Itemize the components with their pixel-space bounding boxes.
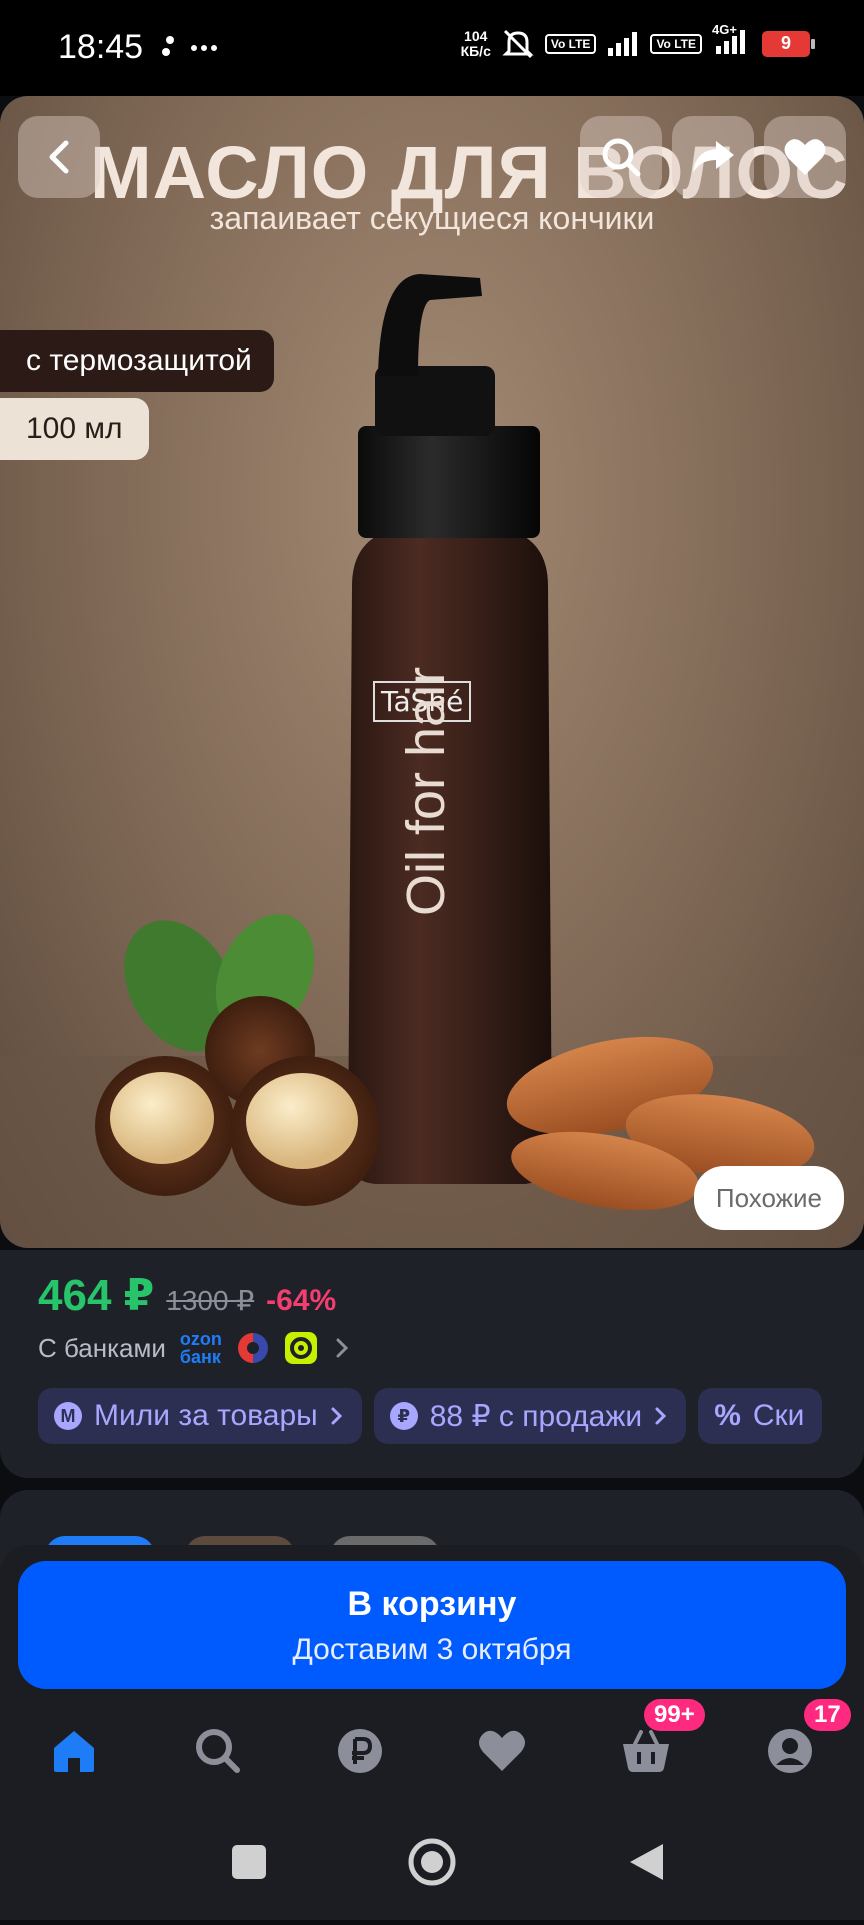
offer-chips: М Мили за товары ₽ 88 ₽ с продажи % Ски [38, 1388, 823, 1444]
chip-discount-label: Ски [752, 1399, 805, 1432]
discount-percent: -64% [266, 1284, 337, 1317]
bank-offers-row[interactable]: С банками ozon банк [38, 1330, 352, 1366]
chip-cashback[interactable]: ₽ 88 ₽ с продажи [373, 1388, 687, 1444]
bottom-tab-bar: 99+ 17 [0, 1699, 864, 1805]
favorite-button[interactable] [764, 116, 846, 198]
product-image-gallery[interactable]: TaShé Oil for hair МАСЛО ДЛЯ ВОЛОС запаи… [0, 96, 864, 1248]
back-icon [49, 140, 69, 174]
tab-finance[interactable] [324, 1715, 396, 1787]
back-nav-icon [630, 1844, 663, 1880]
profile-notification-badge: 17 [804, 1699, 851, 1731]
home-icon [54, 1731, 94, 1772]
search-button[interactable] [580, 116, 662, 198]
delivery-date: Доставим 3 октября [292, 1633, 572, 1666]
net-speed: 104 КБ/с [460, 27, 491, 59]
old-price: 1300 ₽ [166, 1285, 255, 1316]
miles-icon: М [54, 1402, 82, 1430]
chevron-right-icon [331, 1407, 342, 1425]
profile-icon [768, 1729, 812, 1773]
chip-miles[interactable]: М Мили за товары [38, 1388, 362, 1444]
chevron-right-icon [336, 1338, 349, 1358]
signal-1-icon [608, 31, 638, 56]
tab-cart[interactable]: 99+ [610, 1699, 705, 1787]
battery-icon: 9 [762, 30, 815, 57]
search-icon [602, 138, 641, 177]
hero-subtitle: запаивает секущиеся кончики [209, 200, 655, 236]
similar-button[interactable]: Похожие [693, 1166, 844, 1230]
chip-cashback-label: 88 ₽ с продажи [429, 1399, 643, 1433]
tab-home[interactable] [38, 1715, 110, 1787]
add-to-cart-label: В корзину [347, 1585, 517, 1623]
chevron-right-icon [655, 1407, 667, 1425]
volte-1-badge: Vo LTE [544, 33, 597, 54]
status-right-group: 104 КБ/с Vo LTE Vo LTE 4G+ 9 [460, 22, 815, 61]
back-button[interactable] [18, 116, 100, 198]
thermal-protection-badge: с термозащитой [0, 330, 274, 392]
tab-profile[interactable]: 17 [754, 1699, 851, 1787]
heart-icon [479, 1730, 525, 1771]
cart-count-badge: 99+ [644, 1699, 705, 1731]
heart-icon [784, 139, 826, 175]
current-price: 464 ₽ [38, 1271, 155, 1320]
status-notification-icons [160, 30, 228, 71]
chip-discount[interactable]: % Ски [698, 1388, 823, 1444]
tab-search[interactable] [182, 1715, 254, 1787]
bank-logo-icon [237, 1333, 268, 1363]
chip-miles-label: Мили за товары [94, 1399, 318, 1432]
bottle-product-text: Oil for hair [396, 666, 456, 916]
recents-icon [232, 1845, 266, 1879]
status-time: 18:45 [58, 28, 144, 66]
system-nav-bar [0, 1810, 864, 1920]
price-section: 464 ₽ 1300 ₽ -64% С банками ozon банк М … [0, 1250, 864, 1478]
ruble-icon: ₽ [389, 1402, 418, 1430]
bank-logo-2-icon [284, 1332, 317, 1364]
tab-favorites[interactable] [466, 1715, 538, 1787]
ruble-circle-icon [338, 1729, 382, 1773]
banks-label: С банками [38, 1332, 166, 1363]
share-button[interactable] [672, 116, 754, 198]
search-icon [196, 1729, 240, 1773]
mute-icon [502, 29, 534, 58]
share-icon [693, 141, 734, 173]
notification-dots-icon [162, 36, 217, 56]
price-row: 464 ₽ 1300 ₽ -64% [38, 1270, 336, 1321]
add-to-cart-button[interactable]: В корзину Доставим 3 октября [18, 1561, 846, 1689]
volte-2-badge: Vo LTE [650, 33, 702, 54]
ozon-bank-logo: ozon банк [179, 1329, 222, 1367]
percent-icon: % [714, 1399, 741, 1432]
signal-2-group: 4G+ [712, 22, 752, 61]
volume-badge: 100 мл [0, 398, 149, 460]
system-nav-icons [232, 1838, 663, 1886]
cart-icon [623, 1730, 669, 1772]
network-type: 4G+ [712, 22, 737, 37]
status-bar: 18:45 104 КБ/с Vo LTE Vo LTE 4G+ 9 [0, 0, 864, 96]
